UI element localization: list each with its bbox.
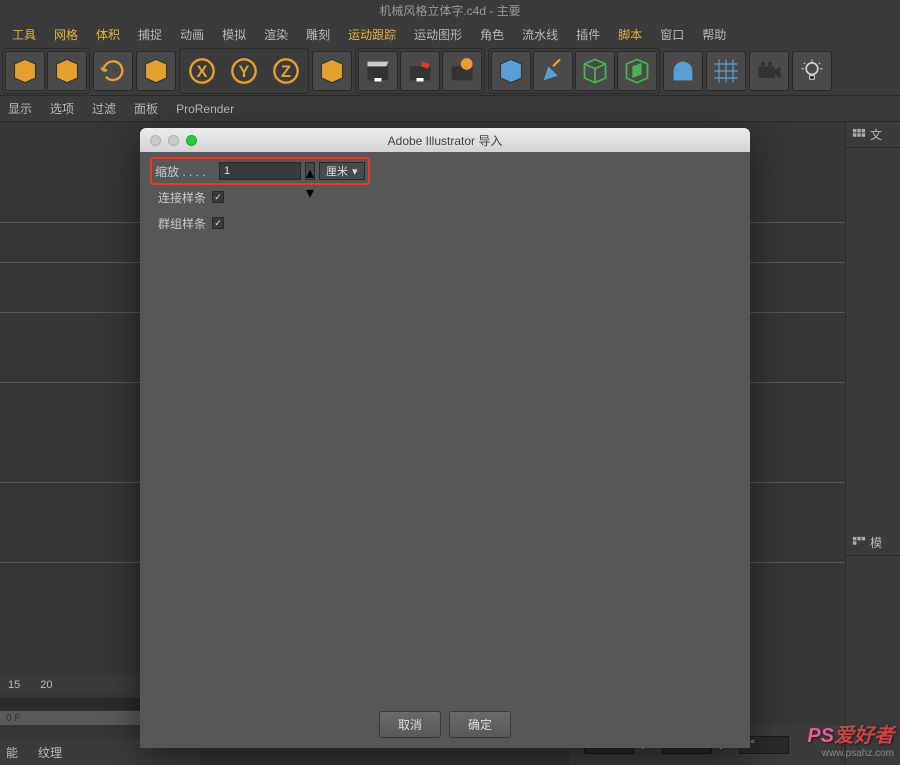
right-panel: 文 模 [845, 122, 900, 765]
tool-wireframe1[interactable] [575, 51, 615, 91]
dialog-close-button[interactable] [150, 135, 161, 146]
dialog-titlebar[interactable]: Adobe Illustrator 导入 [140, 128, 750, 152]
rp-label-2: 模 [870, 534, 882, 551]
tool-refresh[interactable] [93, 51, 133, 91]
connect-checkbox[interactable]: ✓ [212, 191, 224, 203]
tl-mark: 15 [8, 679, 20, 691]
menu-window[interactable]: 窗口 [652, 23, 692, 46]
menu-bar: 工具 网格 体积 捕捉 动画 模拟 渲染 雕刻 运动跟踪 运动图形 角色 流水线… [0, 22, 900, 46]
tool-clapper2[interactable] [400, 51, 440, 91]
grid-icon [852, 128, 866, 142]
menu-sculpt[interactable]: 雕刻 [298, 23, 338, 46]
chevron-down-icon: ▾ [352, 165, 358, 178]
main-toolbar: X Y Z [0, 46, 900, 96]
svg-text:X: X [197, 62, 208, 80]
menu-character[interactable]: 角色 [472, 23, 512, 46]
menu-script[interactable]: 脚本 [610, 23, 650, 46]
menu-simulate[interactable]: 模拟 [214, 23, 254, 46]
svg-text:Z: Z [281, 62, 291, 80]
tl-mark: 20 [40, 679, 52, 691]
dialog-maximize-button[interactable] [186, 135, 197, 146]
tool-primitive-cube[interactable] [491, 51, 531, 91]
rp-label-1: 文 [870, 126, 882, 143]
axis-x-button[interactable]: X [182, 51, 222, 91]
menu-render[interactable]: 渲染 [256, 23, 296, 46]
scale-input[interactable] [219, 162, 301, 180]
sub-prorender[interactable]: ProRender [176, 102, 234, 116]
sub-filter[interactable]: 过滤 [92, 100, 116, 117]
tool-shape-blue[interactable] [663, 51, 703, 91]
sub-panel[interactable]: 面板 [134, 100, 158, 117]
menu-animate[interactable]: 动画 [172, 23, 212, 46]
menu-volume[interactable]: 体积 [88, 23, 128, 46]
svg-text:Y: Y [239, 62, 250, 80]
axis-z-button[interactable]: Z [266, 51, 306, 91]
sub-options[interactable]: 选项 [50, 100, 74, 117]
tool-camera[interactable] [749, 51, 789, 91]
sub-display[interactable]: 显示 [8, 100, 32, 117]
wm-url: www.psahz.com [807, 748, 894, 759]
menu-pipeline[interactable]: 流水线 [514, 23, 566, 46]
chevron-up-icon[interactable]: ▴ [306, 163, 314, 183]
tool-pen[interactable] [533, 51, 573, 91]
tool-grid[interactable] [706, 51, 746, 91]
menu-tools[interactable]: 工具 [4, 23, 44, 46]
app-title: 机械风格立体字.c4d - 主要 [379, 4, 520, 18]
dialog-body: 缩放 . . . . ▴ ▾ 厘米 ▾ 连接样条 ✓ 群组样条 ✓ [140, 152, 750, 246]
menu-mograph[interactable]: 运动图形 [406, 23, 470, 46]
tool-cube3[interactable] [136, 51, 176, 91]
chevron-down-icon[interactable]: ▾ [306, 183, 314, 203]
dialog-title: Adobe Illustrator 导入 [140, 132, 750, 149]
scale-label: 缩放 . . . . [155, 163, 215, 180]
axis-y-button[interactable]: Y [224, 51, 264, 91]
tl-start: 0 F [6, 713, 20, 724]
wm-en: PS [807, 725, 834, 747]
rp-section-objects[interactable]: 文 [846, 122, 900, 148]
wm-cn: 爱好者 [834, 725, 894, 747]
import-dialog: Adobe Illustrator 导入 缩放 . . . . ▴ ▾ 厘米 ▾… [140, 128, 750, 748]
dialog-footer: 取消 确定 [140, 711, 750, 738]
scale-spinner[interactable]: ▴ ▾ [305, 162, 315, 180]
group-label: 群组样条 [158, 215, 206, 232]
rp-section-attrs[interactable]: 模 [846, 530, 900, 556]
grid-icon [852, 536, 866, 550]
unit-dropdown[interactable]: 厘米 ▾ [319, 162, 365, 180]
tool-cube-orange[interactable] [312, 51, 352, 91]
tool-clapper-gear[interactable] [442, 51, 482, 91]
menu-plugins[interactable]: 插件 [568, 23, 608, 46]
menu-motion-tracking[interactable]: 运动跟踪 [340, 23, 404, 46]
watermark: PS爱好者 www.psahz.com [807, 719, 894, 759]
menu-help[interactable]: 帮助 [694, 23, 734, 46]
menu-snap[interactable]: 捕捉 [130, 23, 170, 46]
check-icon: ✓ [214, 192, 222, 203]
tool-cube2[interactable] [47, 51, 87, 91]
menu-mesh[interactable]: 网格 [46, 23, 86, 46]
viewport-toolbar: 显示 选项 过滤 面板 ProRender [0, 96, 900, 122]
unit-label: 厘米 [326, 163, 348, 179]
cancel-button[interactable]: 取消 [379, 711, 441, 738]
tool-wireframe2[interactable] [617, 51, 657, 91]
bottom-tab-2[interactable]: 纹理 [38, 744, 62, 761]
check-icon: ✓ [214, 218, 222, 229]
tool-cube1[interactable] [5, 51, 45, 91]
dialog-minimize-button[interactable] [168, 135, 179, 146]
app-title-bar: 机械风格立体字.c4d - 主要 [0, 0, 900, 22]
ok-button[interactable]: 确定 [449, 711, 511, 738]
scale-highlight: 缩放 . . . . ▴ ▾ 厘米 ▾ [150, 157, 370, 185]
group-checkbox[interactable]: ✓ [212, 217, 224, 229]
connect-label: 连接样条 [158, 189, 206, 206]
bottom-tab-1[interactable]: 能 [6, 744, 18, 761]
tool-light[interactable] [792, 51, 832, 91]
tool-clapper1[interactable] [358, 51, 398, 91]
